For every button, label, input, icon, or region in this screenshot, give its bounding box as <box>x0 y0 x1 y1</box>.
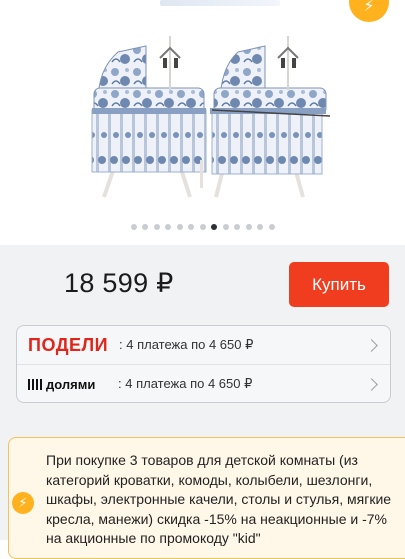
gallery-dot[interactable] <box>222 224 229 230</box>
product-image[interactable] <box>0 0 405 215</box>
gallery-dot[interactable] <box>199 224 206 230</box>
gallery-pagination[interactable] <box>0 222 405 232</box>
installments-card: ПОДЕЛИ : 4 платежа по 4 650 ₽ долями : 4… <box>16 325 391 403</box>
installment-row-podeli[interactable]: ПОДЕЛИ : 4 платежа по 4 650 ₽ <box>17 326 390 364</box>
bassinet-right <box>210 36 331 198</box>
dolyami-wordmark: долями <box>46 376 96 392</box>
gallery-dot[interactable] <box>234 224 240 230</box>
gallery-dot[interactable] <box>153 224 160 230</box>
buy-button[interactable]: Купить <box>289 262 389 307</box>
gallery-dot[interactable] <box>245 224 252 230</box>
chevron-right-icon <box>365 338 378 352</box>
chevron-right-icon <box>365 377 378 391</box>
installment-row-dolyami[interactable]: долями : 4 платежа по 4 650 ₽ <box>17 364 390 403</box>
gallery-dot[interactable] <box>142 224 148 230</box>
bassinet-left <box>91 36 207 198</box>
gallery-dot[interactable] <box>165 224 171 230</box>
gallery-dot[interactable] <box>130 224 137 230</box>
gallery-dot[interactable] <box>176 224 183 230</box>
gallery-dot-active[interactable] <box>211 224 217 230</box>
installment-text: : 4 платежа по 4 650 ₽ <box>118 376 253 391</box>
price-label: 18 599 ₽ <box>64 268 174 298</box>
dolyami-logo: долями <box>28 377 95 392</box>
promo-text: При покупке 3 товаров для детской комнат… <box>46 452 392 546</box>
gallery-dot[interactable] <box>257 224 263 230</box>
promo-banner: При покупке 3 товаров для детской комнат… <box>8 437 405 559</box>
gallery-dot[interactable] <box>268 224 275 230</box>
gallery-dot[interactable] <box>188 224 194 230</box>
podeli-logo: ПОДЕЛИ <box>28 334 109 355</box>
product-gallery[interactable]: ⚡ <box>0 0 405 245</box>
lightning-icon: ⚡ <box>12 492 34 514</box>
installment-text: : 4 платежа по 4 650 ₽ <box>119 337 254 352</box>
dolyami-bars-icon <box>28 378 42 390</box>
